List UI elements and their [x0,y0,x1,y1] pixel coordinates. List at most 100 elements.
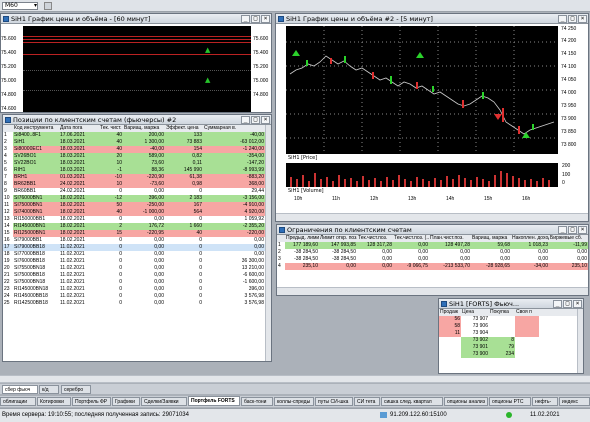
mode-select[interactable]: M60 ▾ [2,2,38,10]
maximize-button[interactable]: □ [251,115,260,124]
tab[interactable]: путы СИ-шка [315,397,353,406]
tab[interactable]: сишка след. квартал [381,397,443,406]
minimize-button[interactable]: _ [241,14,250,23]
column-header[interactable]: Накоплен. доход [511,235,549,242]
column-header[interactable]: Тек.чист.поз. (... [393,235,429,242]
bid-row[interactable]: 73 901 79 [439,344,577,351]
maximize-button[interactable]: □ [251,14,260,23]
column-header[interactable]: Лимит откр. поз. [319,235,357,242]
tab-active[interactable]: Портфель FORTS [188,396,240,406]
column-header[interactable]: Эффект. цена [165,125,203,132]
minimize-button[interactable]: _ [558,225,567,234]
column-header[interactable]: План.чист.поз. [429,235,471,242]
maximize-button[interactable]: □ [563,299,572,308]
table-row[interactable]: 21 SI75000BB18 11.02.2021 0 0,00 0 -6 600,00 [3,272,265,279]
ask-row[interactable]: 56 73 907 [439,316,577,323]
minimize-button[interactable]: _ [553,299,562,308]
table-row[interactable]: 15 RI125000BN1 18.02.2021 15 -220,95 40 -220,0… [3,230,265,237]
tab[interactable]: опционы анализ [444,397,488,406]
minimize-button[interactable]: _ [241,115,250,124]
table-row[interactable]: 20 SI75500BN18 11.02.2021 0 0,00 0 13 210,00 [3,265,265,272]
table-row[interactable]: 1 Si8400..8F1 17.06.2021 40 200,00 133 -40,00 [3,132,265,139]
ask-row[interactable]: 11 73 904 [439,330,577,337]
tab[interactable]: Графики [112,397,140,406]
tab[interactable]: опционы РТС [489,397,531,406]
column-header[interactable]: Покупка [489,309,515,316]
table-row[interactable]: 4 235,10 0,00 0,00 -9 066,75 -213 533,70 -28 9… [277,263,588,270]
sheet-tab[interactable]: серебро [61,385,91,394]
table-row[interactable]: 10 SI76000BN1 18.02.2021 -12 396,00 2 183 -3 1… [3,195,265,202]
horizontal-scrollbar[interactable] [277,287,588,295]
chart-area[interactable]: ▲ ▲ 75.600 75.400 75.200 75.000 74.800 7… [1,24,271,112]
close-button[interactable]: × [261,14,270,23]
column-header[interactable]: Тек.чист.поз. [357,235,393,242]
tab[interactable]: Котировки [37,397,71,406]
maximize-button[interactable]: □ [568,225,577,234]
tab[interactable]: СИ тета [354,397,380,406]
table-row[interactable]: 4 SV26BO1 18.03.2021 20 589,00 0,82 -354,00 [3,153,265,160]
table-row[interactable]: 2 SiH1 18.03.2021 40 1 300,00 73 883 -63 012,0… [3,139,265,146]
column-header[interactable]: Вариац. маржа [123,125,165,132]
table-row[interactable]: 6 RIH1 18.03.2021 -1 88,36 145 990 -8 993,99 [3,167,265,174]
column-header[interactable]: Предыд. лимит [285,235,319,242]
table-row[interactable]: 16 SI79000BB1 18.02.2021 0 0,00 0 0,00 [3,237,265,244]
table-row[interactable]: 24 RI145000BB18 11.02.2021 0 0,00 0 3 576,98 [3,293,265,300]
tab[interactable]: коллы-спреды [274,397,314,406]
chart-plot[interactable]: ▲ ▲ [23,26,251,112]
toolbar-icon[interactable] [44,2,52,10]
vertical-scrollbar[interactable] [265,125,271,361]
table-row[interactable]: 25 RI142500BB18 11.02.2021 0 0,00 0 3 576,98 [3,300,265,307]
volume-plot[interactable] [286,163,558,187]
table-row[interactable]: 8 BR62BB1 24.02.2021 10 -73,60 0,98 368,00 [3,181,265,188]
column-header[interactable]: Биржевые сб. [549,235,588,242]
bid-row[interactable]: 73 902 8 [439,337,577,344]
table-row[interactable]: 22 SI75000BN18 11.02.2021 0 0,00 0 -1 600,00 [3,279,265,286]
close-button[interactable]: × [578,225,587,234]
tab[interactable]: облигации [0,397,36,406]
tab[interactable]: нефть- [532,397,558,406]
bid-row[interactable]: 73 900 234 [439,351,577,358]
tab[interactable]: баск-тони [241,397,273,406]
maximize-button[interactable]: □ [568,14,577,23]
column-header[interactable]: Суммарная в. [203,125,265,132]
column-header[interactable]: Вариац. маржа [471,235,511,242]
tab[interactable]: Сделки/Заявки [141,397,187,406]
vertical-scrollbar[interactable] [577,309,583,373]
column-header[interactable]: Тек. чист. [99,125,123,132]
table-row[interactable]: 14 RI145000BN1 18.02.2021 2 176,72 1 660 -2 35… [3,223,265,230]
table-row[interactable]: 12 SI74000BN1 18.02.2021 40 -1 000,00 564 4 92… [3,209,265,216]
table-row[interactable]: 17 SI79000BB18 11.02.2021 0 0,00 0 0,00 [3,244,265,251]
table-row[interactable]: 1 177 189,60 147 993,85 128 317,28 0,00 128 4… [277,242,588,249]
close-button[interactable]: × [261,115,270,124]
table-row[interactable]: 9 BR60BB1 24.02.2021 0 0,00 0 29,44 [3,188,265,195]
sheet-tab[interactable]: к/д [39,385,59,394]
table-row[interactable]: 11 SI75000BN1 18.02.2021 50 -250,00 167 -4 910… [3,202,265,209]
table-row[interactable]: 19 SI76000BB18 11.02.2021 0 0,00 0 36 300,00 [3,258,265,265]
close-button[interactable]: × [573,299,582,308]
column-header[interactable]: Продаж [439,309,461,316]
column-header[interactable] [277,235,285,242]
table-row[interactable]: 3 -38 284,50 -38 284,50 0,00 0,00 0,00 0,00 0,0… [277,256,588,263]
column-header[interactable]: Своя п [515,309,539,316]
minimize-button[interactable]: _ [558,14,567,23]
workspace-scrollbar[interactable] [0,375,590,383]
table-row[interactable]: 23 RI145000BN18 11.02.2021 0 0,00 0 396,00 [3,286,265,293]
price-plot[interactable] [286,26,558,154]
table-row[interactable]: 3 Si80000EC1 18.03.2021 40 -40,00 154 -1 240,0… [3,146,265,153]
table-row[interactable]: 2 -38 284,50 -38 284,50 0,00 0,00 0,00 0,00 0,0… [277,249,588,256]
table-row[interactable]: 13 RI150000BB1 18.02.2021 0 0,00 0 1 059,92 [3,216,265,223]
close-button[interactable]: × [578,14,587,23]
table-cell: 0,00 [460,249,470,255]
tab[interactable]: Портфель ФР [72,397,111,406]
ask-row[interactable]: 58 73 906 [439,323,577,330]
horizontal-scrollbar[interactable] [276,213,588,221]
table-row[interactable]: 18 SI77000BB18 11.02.2021 0 0,00 0 0,00 [3,251,265,258]
column-header[interactable]: Дата пога [59,125,99,132]
table-row[interactable]: 5 SV22BO1 18.03.2021 10 73,60 0,11 -147,20 [3,160,265,167]
tab[interactable]: индекс [559,397,590,406]
table-row[interactable]: 7 BRH1 01.03.2021 -10 -220,90 61,38 -883,20 [3,174,265,181]
sheet-tab[interactable]: сбер фьюч [2,385,38,394]
column-header[interactable]: Код инструмента [13,125,59,132]
column-header[interactable]: Цена [461,309,489,316]
column-header[interactable] [3,125,13,132]
